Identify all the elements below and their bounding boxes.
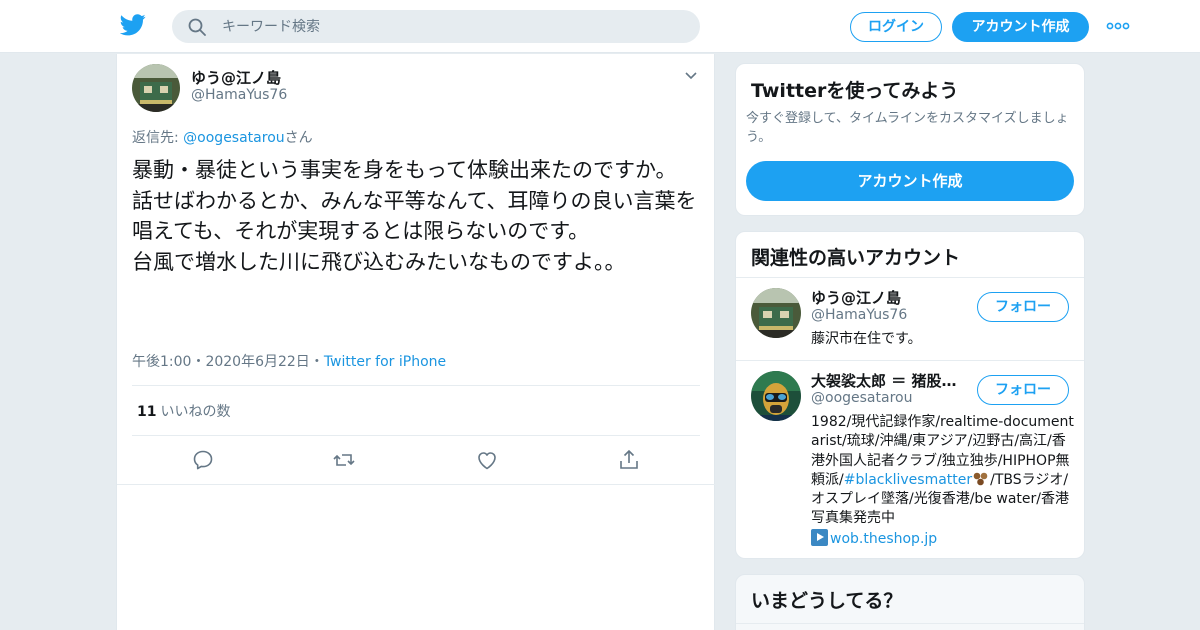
reply-icon[interactable]: [191, 448, 215, 472]
like-heart-icon[interactable]: [475, 448, 499, 472]
account-name[interactable]: ゆう@江ノ島: [811, 287, 971, 308]
related-accounts-title: 関連性の高いアカウント: [751, 247, 961, 269]
reply-prefix: 返信先:: [132, 130, 184, 146]
tweet-text: 暴動・暴徒という事実を身をもって体験出来たのですか。 話せばわかるとか、みんな平…: [132, 158, 697, 274]
bio-hashtag-link[interactable]: #blacklivesmatter: [844, 472, 972, 488]
retweet-icon[interactable]: [332, 448, 356, 472]
account-item[interactable]: 大袈裟太郎 ＝ 猪股東吾 @oogesatarou フォロー 1982/現代記録…: [736, 361, 1084, 558]
meta-separator: ・: [309, 354, 324, 370]
signup-card-description: 今すぐ登録して、タイムラインをカスタマイズしましょう。: [746, 111, 1069, 145]
chevron-down-icon[interactable]: [683, 70, 699, 82]
twitter-logo-icon[interactable]: [120, 14, 146, 36]
brown-dots-emoji-icon: [973, 472, 988, 486]
signup-card-title: Twitterを使ってみよう: [751, 80, 959, 102]
divider: [117, 484, 716, 485]
divider: [132, 385, 700, 386]
tweet-source-link[interactable]: Twitter for iPhone: [324, 354, 446, 370]
like-count-label: いいねの数: [160, 404, 231, 420]
avatar[interactable]: [751, 371, 801, 421]
tweet-date[interactable]: 2020年6月22日: [205, 354, 309, 370]
follow-button[interactable]: フォロー: [977, 375, 1069, 405]
trends-card-title: いまどうしてる？: [751, 590, 903, 612]
reply-suffix: さん: [284, 130, 313, 146]
more-options-icon[interactable]: [1106, 18, 1130, 34]
meta-separator: ・: [191, 354, 206, 370]
tweet-actions: [117, 446, 716, 476]
account-item[interactable]: ゆう@江ノ島 @HamaYus76 フォロー 藤沢市在住です。: [736, 278, 1084, 360]
trends-card: いまどうしてる？: [735, 574, 1085, 630]
tweet-column: ゆう@江ノ島 @HamaYus76 返信先: @oogesatarouさん 暴動…: [116, 54, 716, 630]
search-input[interactable]: [222, 10, 682, 43]
share-icon[interactable]: [617, 448, 641, 472]
reply-to-line: 返信先: @oogesatarouさん: [132, 127, 313, 147]
account-bio: 1982/現代記録作家/realtime-documentarist/琉球/沖縄…: [811, 413, 1076, 549]
tweet-author-name[interactable]: ゆう@江ノ島: [191, 67, 281, 88]
tweet-time[interactable]: 午後1:00: [132, 354, 191, 370]
reply-target-link[interactable]: @oogesatarou: [183, 130, 284, 146]
signup-card: Twitterを使ってみよう 今すぐ登録して、タイムラインをカスタマイズしましょ…: [735, 63, 1085, 216]
account-name[interactable]: 大袈裟太郎 ＝ 猪股東吾: [811, 370, 971, 391]
play-button-icon: [811, 528, 828, 546]
signup-button[interactable]: アカウント作成: [952, 12, 1089, 42]
search-icon: [188, 18, 206, 36]
follow-button[interactable]: フォロー: [977, 292, 1069, 322]
search-box[interactable]: [172, 10, 700, 43]
like-count-number: 11: [137, 404, 157, 420]
account-handle[interactable]: @oogesatarou: [811, 390, 912, 406]
login-button[interactable]: ログイン: [850, 12, 942, 42]
bio-url-link[interactable]: wob.theshop.jp: [830, 531, 937, 547]
signup-card-button[interactable]: アカウント作成: [746, 161, 1074, 201]
divider: [132, 435, 700, 436]
divider: [736, 623, 1084, 624]
tweet-author-avatar[interactable]: [132, 64, 180, 112]
top-bar: ログイン アカウント作成: [0, 0, 1200, 53]
account-bio: 藤沢市在住です。: [811, 331, 922, 347]
tweet-meta: 午後1:00・2020年6月22日・Twitter for iPhone: [132, 351, 446, 371]
likes-count[interactable]: 11 いいねの数: [137, 401, 230, 421]
avatar[interactable]: [751, 288, 801, 338]
tweet-author-handle[interactable]: @HamaYus76: [191, 87, 287, 103]
account-handle[interactable]: @HamaYus76: [811, 307, 907, 323]
related-accounts-card: 関連性の高いアカウント ゆう@江ノ島 @HamaYus76 フォロー 藤沢市在住…: [735, 231, 1085, 559]
